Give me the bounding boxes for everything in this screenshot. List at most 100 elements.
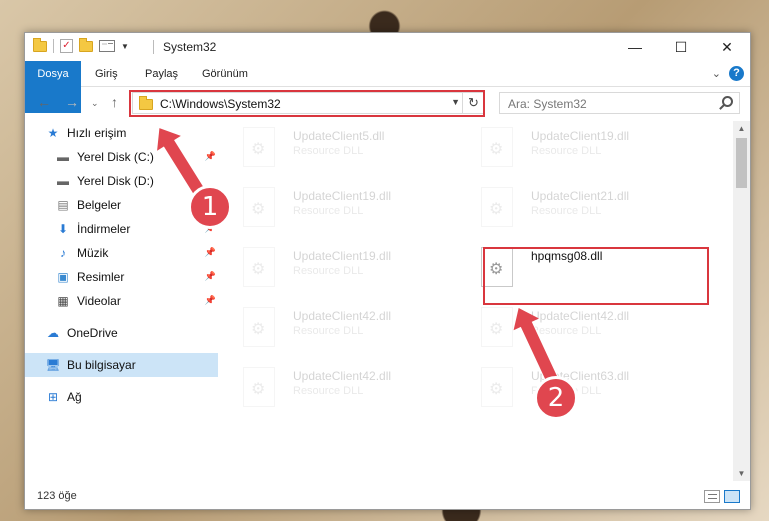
details-view-icon[interactable] — [704, 490, 720, 503]
nav-item-quick-access[interactable]: ★ Hızlı erişim — [25, 121, 218, 145]
search-placeholder: Ara: System32 — [508, 97, 587, 111]
file-name: UpdateClient42.dll — [293, 369, 392, 383]
scrollbar-thumb[interactable] — [736, 138, 747, 188]
file-item[interactable]: UpdateClient42.dll Resource DLL — [473, 301, 693, 353]
document-icon: ▤ — [57, 198, 69, 212]
nav-item-label: Videolar — [77, 294, 121, 308]
file-type: Resource DLL — [293, 205, 364, 217]
tab-view[interactable]: Görünüm — [202, 61, 248, 87]
file-type: Resource DLL — [531, 325, 602, 337]
maximize-button[interactable]: ☐ — [658, 33, 704, 61]
scroll-up-icon[interactable]: ▲ — [733, 124, 750, 133]
file-name: UpdateClient19.dll — [293, 249, 392, 263]
drive-icon: ▬ — [57, 150, 69, 164]
file-item[interactable]: UpdateClient42.dll Resource DLL — [235, 301, 455, 353]
nav-item-videos[interactable]: ▦ Videolar 📌 — [25, 289, 218, 313]
nav-item-network[interactable]: ⊞ Ağ — [25, 385, 218, 409]
step-badge-2: 2 — [534, 376, 578, 420]
nav-item-label: Hızlı erişim — [67, 126, 127, 140]
separator — [53, 39, 54, 53]
file-type: Resource DLL — [293, 385, 364, 397]
close-button[interactable]: ✕ — [704, 33, 750, 61]
help-icon[interactable]: ? — [729, 66, 744, 81]
nav-item-label: Müzik — [77, 246, 109, 260]
back-arrow-icon[interactable]: ← — [37, 94, 51, 110]
file-item[interactable]: UpdateClient21.dll Resource DLL — [473, 181, 693, 233]
dll-file-icon — [243, 367, 275, 407]
file-item[interactable]: UpdateClient63.dll Resource DLL — [473, 361, 693, 413]
file-item[interactable]: UpdateClient5.dll Resource DLL — [235, 121, 455, 173]
download-icon: ⬇ — [57, 222, 69, 236]
caption-buttons: — ☐ ✕ — [612, 33, 750, 61]
new-folder-icon[interactable] — [79, 37, 93, 52]
file-item[interactable]: UpdateClient42.dll Resource DLL — [235, 361, 455, 413]
pin-icon: 📌 — [204, 151, 216, 161]
explorer-window: ✓ ▼ System32 — ☐ ✕ Dosya Giriş Paylaş Gö… — [24, 32, 751, 510]
navigation-bar: ← → ⌄ ↑ C:\Windows\System32 ▼ ↻ Ara: Sys… — [25, 88, 750, 118]
quick-access-toolbar: ✓ ▼ — [33, 37, 129, 53]
nav-item-label: Belgeler — [77, 198, 122, 212]
pin-icon: 📌 — [204, 271, 216, 281]
file-name: UpdateClient5.dll — [293, 129, 385, 143]
recent-locations-icon[interactable]: ⌄ — [91, 98, 99, 109]
dll-file-icon — [481, 367, 513, 407]
tab-share[interactable]: Paylaş — [145, 61, 178, 87]
vertical-scrollbar[interactable]: ▲ ▼ — [733, 121, 750, 481]
computer-icon: 🖥 — [45, 358, 61, 372]
file-name: UpdateClient21.dll — [531, 189, 630, 203]
tab-home[interactable]: Giriş — [95, 61, 118, 87]
expand-ribbon-icon[interactable]: ⌄ — [712, 67, 721, 80]
dll-file-icon — [243, 187, 275, 227]
ribbon-tabs: Dosya Giriş Paylaş Görünüm ⌄ ? — [25, 61, 750, 113]
file-name: UpdateClient19.dll — [531, 129, 630, 143]
dll-file-icon — [243, 127, 275, 167]
dll-file-icon — [481, 187, 513, 227]
nav-item-pictures[interactable]: ▣ Resimler 📌 — [25, 265, 218, 289]
file-name: UpdateClient42.dll — [531, 309, 630, 323]
view-buttons — [704, 490, 740, 503]
file-item[interactable]: UpdateClient19.dll Resource DLL — [235, 181, 455, 233]
nav-item-label: Yerel Disk (D:) — [77, 174, 154, 188]
file-name: UpdateClient42.dll — [293, 309, 392, 323]
nav-item-label: İndirmeler — [77, 222, 131, 236]
dll-file-icon — [243, 247, 275, 287]
file-name: UpdateClient19.dll — [293, 189, 392, 203]
nav-item-downloads[interactable]: ⬇ İndirmeler 📌 — [25, 217, 218, 241]
nav-item-onedrive[interactable]: ☁ OneDrive — [25, 321, 218, 345]
ribbon-right-controls: ⌄ ? — [712, 66, 744, 81]
file-type: Resource DLL — [531, 205, 602, 217]
forward-arrow-icon[interactable]: → — [65, 94, 79, 110]
file-type: Resource DLL — [293, 145, 364, 157]
search-box[interactable]: Ara: System32 — [499, 92, 740, 114]
cloud-icon: ☁ — [47, 326, 59, 340]
file-item[interactable]: UpdateClient19.dll Resource DLL — [235, 241, 455, 293]
file-highlight-box — [483, 247, 709, 305]
separator — [153, 40, 154, 54]
window-title: System32 — [163, 40, 217, 54]
nav-item-label: OneDrive — [67, 326, 118, 340]
nav-item-this-pc[interactable]: 🖥 Bu bilgisayar — [25, 353, 218, 377]
dll-file-icon — [243, 307, 275, 347]
pin-icon: 📌 — [204, 295, 216, 305]
file-item[interactable]: UpdateClient19.dll Resource DLL — [473, 121, 693, 173]
status-bar: 123 öğe — [25, 485, 750, 509]
pictures-icon: ▣ — [57, 270, 69, 284]
folder-icon — [33, 37, 47, 52]
tiles-view-icon[interactable] — [724, 490, 740, 503]
properties-check-icon[interactable]: ✓ — [60, 39, 73, 53]
customize-dropdown-icon[interactable]: ▼ — [121, 42, 129, 51]
video-icon: ▦ — [57, 294, 69, 308]
file-type: Resource DLL — [293, 265, 364, 277]
nav-item-label: Yerel Disk (C:) — [77, 150, 154, 164]
nav-item-label: Ağ — [67, 390, 82, 404]
drive-icon: ▬ — [57, 174, 69, 188]
up-arrow-icon[interactable]: ↑ — [111, 94, 118, 110]
minimize-button[interactable]: — — [612, 33, 658, 61]
nav-item-label: Bu bilgisayar — [67, 358, 136, 372]
step-badge-1: 1 — [188, 185, 232, 229]
title-bar: ✓ ▼ System32 — ☐ ✕ — [25, 33, 750, 61]
scroll-down-icon[interactable]: ▼ — [733, 469, 750, 478]
nav-item-music[interactable]: ♪ Müzik 📌 — [25, 241, 218, 265]
search-icon[interactable] — [722, 96, 733, 107]
properties-icon[interactable] — [99, 40, 115, 52]
